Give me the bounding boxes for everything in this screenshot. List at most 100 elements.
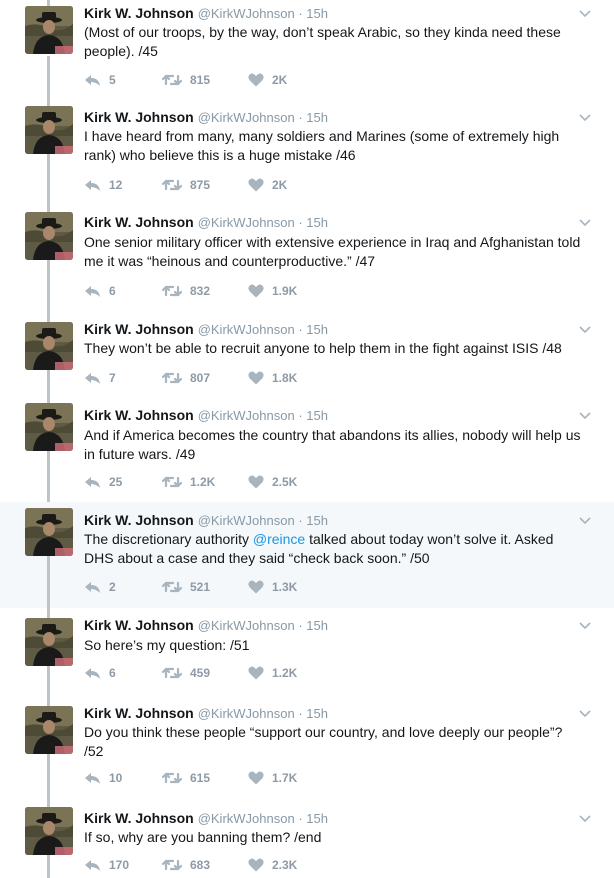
like-button[interactable]: 2K	[248, 176, 287, 194]
replies-count: 170	[109, 858, 130, 872]
chevron-down-icon[interactable]	[578, 408, 592, 422]
reply-button[interactable]: 12	[84, 176, 122, 194]
separator-dot: ·	[294, 408, 307, 423]
author-name[interactable]: Kirk W. Johnson	[84, 512, 194, 528]
chevron-down-icon[interactable]	[578, 322, 592, 336]
thread-connector	[47, 154, 50, 206]
retweet-button[interactable]: 459	[162, 664, 210, 682]
like-button[interactable]: 1.8K	[248, 369, 297, 387]
avatar[interactable]	[25, 106, 73, 154]
tweet[interactable]: Kirk W. Johnson @KirkWJohnson · 15h Do you…	[0, 694, 614, 798]
reply-icon	[84, 580, 109, 594]
author-handle[interactable]: @KirkWJohnson	[198, 618, 295, 633]
tweet-timestamp[interactable]: 15h	[306, 618, 328, 633]
avatar[interactable]	[25, 403, 73, 451]
tweet-timestamp[interactable]: 15h	[306, 706, 328, 721]
retweet-button[interactable]: 683	[162, 856, 210, 874]
avatar[interactable]	[25, 618, 73, 666]
avatar[interactable]	[25, 6, 73, 54]
reply-icon	[84, 73, 109, 87]
likes-count: 2K	[272, 178, 288, 192]
chevron-down-icon[interactable]	[578, 811, 592, 825]
retweet-button[interactable]: 615	[162, 769, 210, 787]
like-button[interactable]: 1.2K	[248, 664, 297, 682]
retweet-button[interactable]: 807	[162, 369, 210, 387]
tweet-header: Kirk W. Johnson @KirkWJohnson · 15h	[84, 511, 328, 530]
author-handle[interactable]: @KirkWJohnson	[198, 408, 295, 423]
reply-button[interactable]: 5	[84, 71, 116, 89]
like-button[interactable]: 1.9K	[248, 282, 297, 300]
author-name[interactable]: Kirk W. Johnson	[84, 5, 194, 21]
like-button[interactable]: 1.7K	[248, 769, 297, 787]
tweet-timestamp[interactable]: 15h	[306, 215, 328, 230]
tweet-text-line: (Most of our troops, by the way, don’t s…	[84, 24, 561, 40]
author-name[interactable]: Kirk W. Johnson	[84, 321, 194, 337]
tweet-timestamp[interactable]: 15h	[306, 110, 328, 125]
tweet[interactable]: Kirk W. Johnson @KirkWJohnson · 15h (Most …	[0, 0, 614, 102]
tweet[interactable]: Kirk W. Johnson @KirkWJohnson · 15h The di…	[0, 502, 614, 608]
author-name[interactable]: Kirk W. Johnson	[84, 705, 194, 721]
author-name[interactable]: Kirk W. Johnson	[84, 810, 194, 826]
retweet-button[interactable]: 815	[162, 71, 210, 89]
mention-link[interactable]: @reince	[253, 531, 305, 547]
author-name[interactable]: Kirk W. Johnson	[84, 214, 194, 230]
author-name[interactable]: Kirk W. Johnson	[84, 617, 194, 633]
tweet-header: Kirk W. Johnson @KirkWJohnson · 15h	[84, 406, 328, 425]
author-name[interactable]: Kirk W. Johnson	[84, 407, 194, 423]
like-button[interactable]: 2K	[248, 71, 287, 89]
tweet[interactable]: Kirk W. Johnson @KirkWJohnson · 15h And if…	[0, 398, 614, 502]
chevron-down-icon[interactable]	[578, 110, 592, 124]
avatar[interactable]	[25, 706, 73, 754]
like-button[interactable]: 1.3K	[248, 578, 297, 596]
tweet-timestamp[interactable]: 15h	[306, 408, 328, 423]
tweet-timestamp[interactable]: 15h	[306, 322, 328, 337]
author-handle[interactable]: @KirkWJohnson	[198, 215, 295, 230]
reply-button[interactable]: 170	[84, 856, 129, 874]
chevron-down-icon[interactable]	[578, 618, 592, 632]
avatar[interactable]	[25, 807, 73, 855]
tweet-timestamp[interactable]: 15h	[306, 513, 328, 528]
chevron-down-icon[interactable]	[578, 513, 592, 527]
author-handle[interactable]: @KirkWJohnson	[198, 110, 295, 125]
author-handle[interactable]: @KirkWJohnson	[198, 322, 295, 337]
heart-icon	[248, 580, 272, 594]
author-name[interactable]: Kirk W. Johnson	[84, 109, 194, 125]
tweet[interactable]: Kirk W. Johnson @KirkWJohnson · 15h One se…	[0, 206, 614, 310]
tweet-text-line: I have heard from many, many soldiers an…	[84, 128, 560, 144]
reply-button[interactable]: 7	[84, 369, 116, 387]
chevron-down-icon[interactable]	[578, 706, 592, 720]
retweet-button[interactable]: 832	[162, 282, 210, 300]
avatar[interactable]	[25, 508, 73, 556]
chevron-down-icon[interactable]	[578, 215, 592, 229]
tweet[interactable]: Kirk W. Johnson @KirkWJohnson · 15h They w…	[0, 310, 614, 398]
reply-button[interactable]: 2	[84, 578, 116, 596]
retweet-button[interactable]: 521	[162, 578, 210, 596]
separator-dot: ·	[294, 322, 307, 337]
tweet-timestamp[interactable]: 15h	[306, 811, 328, 826]
separator-dot: ·	[294, 215, 307, 230]
author-handle[interactable]: @KirkWJohnson	[198, 811, 295, 826]
author-handle[interactable]: @KirkWJohnson	[198, 6, 295, 21]
like-button[interactable]: 2.3K	[248, 856, 297, 874]
tweet[interactable]: Kirk W. Johnson @KirkWJohnson · 15h So her…	[0, 608, 614, 694]
retweet-icon	[162, 771, 190, 785]
reply-button[interactable]: 6	[84, 282, 116, 300]
author-handle[interactable]: @KirkWJohnson	[198, 706, 295, 721]
avatar[interactable]	[25, 322, 73, 370]
retweet-button[interactable]: 875	[162, 176, 210, 194]
like-button[interactable]: 2.5K	[248, 473, 297, 491]
avatar[interactable]	[25, 212, 73, 260]
tweet-timestamp[interactable]: 15h	[306, 6, 328, 21]
tweet[interactable]: Kirk W. Johnson @KirkWJohnson · 15h If so,…	[0, 798, 614, 878]
retweet-icon	[162, 73, 190, 87]
chevron-down-icon[interactable]	[578, 6, 592, 20]
reply-button[interactable]: 25	[84, 473, 122, 491]
tweet[interactable]: Kirk W. Johnson @KirkWJohnson · 15h I have…	[0, 102, 614, 206]
likes-count: 2.3K	[272, 858, 298, 872]
tweet-text: If so, why are you banning them? /end	[84, 828, 589, 847]
reply-button[interactable]: 6	[84, 664, 116, 682]
retweet-button[interactable]: 1.2K	[162, 473, 215, 491]
reply-button[interactable]: 10	[84, 769, 122, 787]
tweet-header: Kirk W. Johnson @KirkWJohnson · 15h	[84, 320, 328, 339]
author-handle[interactable]: @KirkWJohnson	[198, 513, 295, 528]
